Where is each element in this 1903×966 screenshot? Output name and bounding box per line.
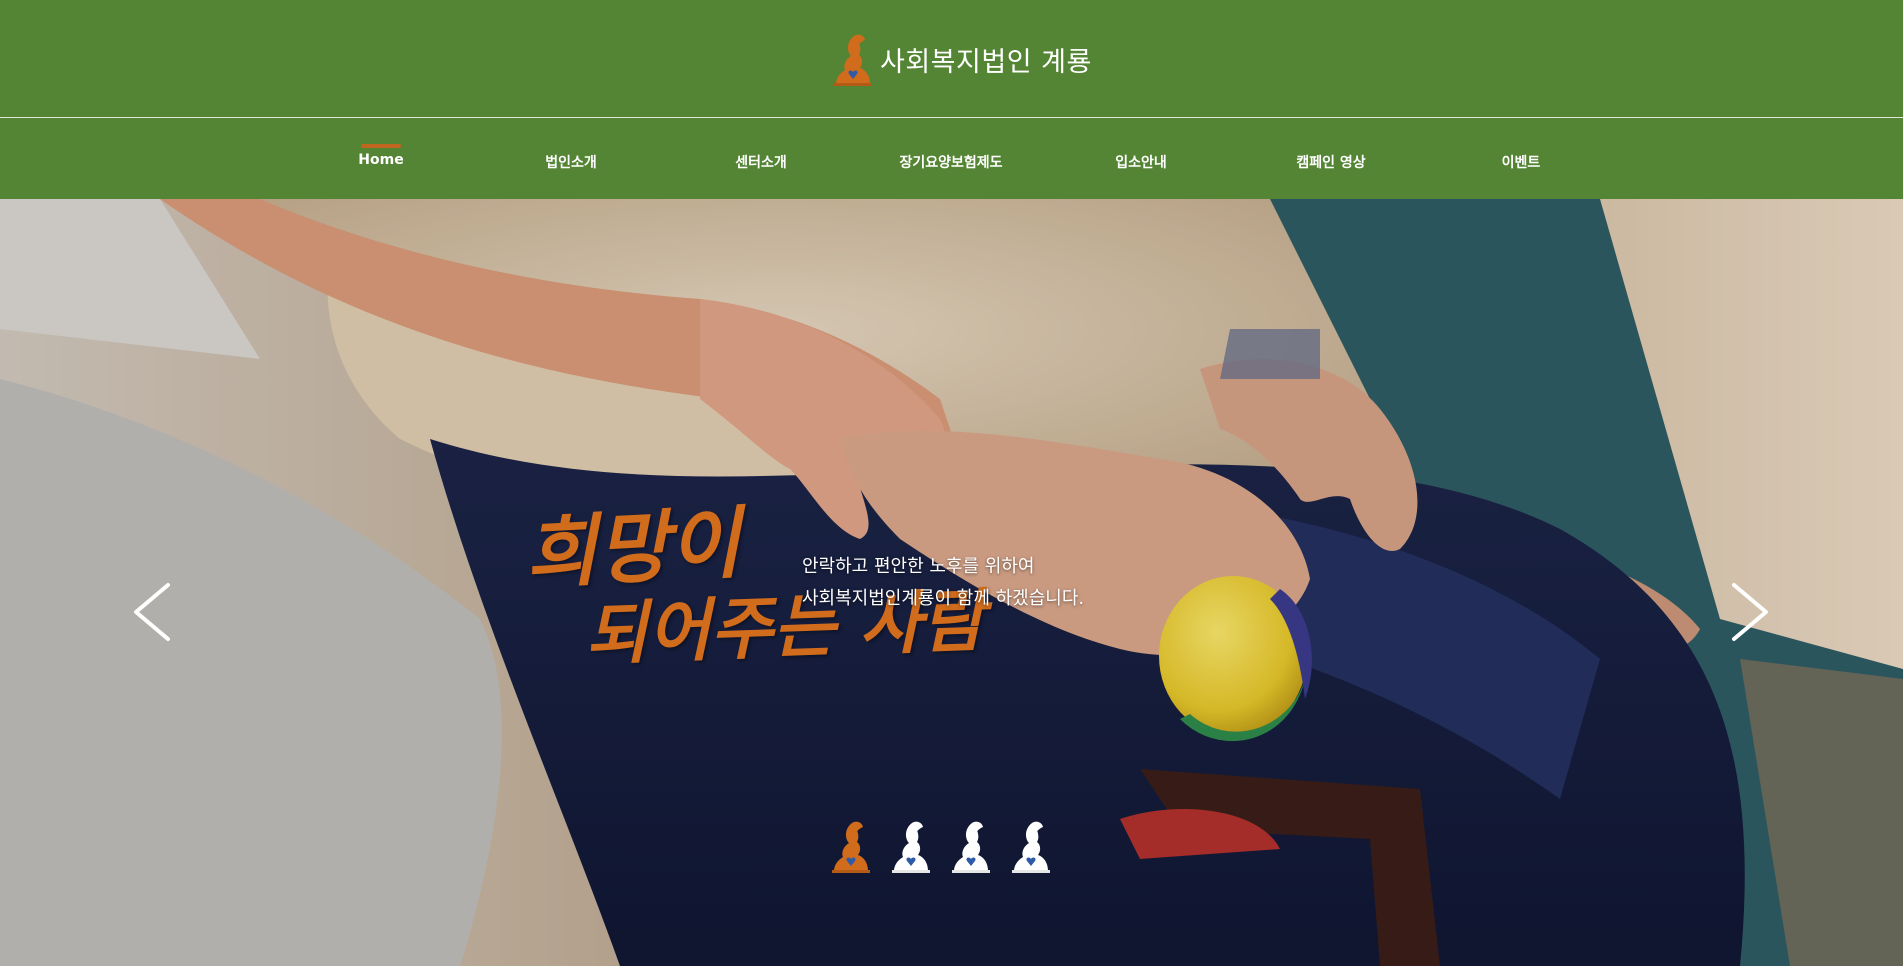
nav-item-center[interactable]: 센터소개 <box>681 142 841 172</box>
nav-item-label: 입소안내 <box>1115 155 1167 171</box>
nav-item-label: 장기요양보험제도 <box>899 155 1003 171</box>
nav-item-admission[interactable]: 입소안내 <box>1061 142 1221 172</box>
main-nav: Home 법인소개 센터소개 장기요양보험제도 입소안내 캠페인 영상 이벤트 <box>0 118 1903 199</box>
hero-slider: 희망이 되어주는 사람 안락하고 편안한 노후를 위하여 사회복지법인계룡이 함… <box>0 199 1903 966</box>
slide-indicator-4-icon[interactable] <box>1010 819 1052 873</box>
nav-item-label: Home <box>358 152 404 168</box>
nav-item-label: 법인소개 <box>545 155 597 171</box>
brand[interactable]: 사회복지법인 계룡 <box>832 32 1092 86</box>
nav-item-home[interactable]: Home <box>301 142 461 168</box>
slide-indicator-1-icon[interactable] <box>830 819 872 873</box>
nav-item-campaign-video[interactable]: 캠페인 영상 <box>1251 142 1411 172</box>
nav-item-label: 이벤트 <box>1501 155 1541 171</box>
hero-tagline-line1: 안락하고 편안한 노후를 위하여 <box>802 556 1035 577</box>
nav-item-label: 캠페인 영상 <box>1296 155 1366 171</box>
prev-slide-button[interactable] <box>128 579 176 645</box>
next-slide-button[interactable] <box>1726 579 1774 645</box>
nav-item-corporation[interactable]: 법인소개 <box>491 142 651 172</box>
chevron-right-icon <box>1732 583 1768 641</box>
nav-item-label: 센터소개 <box>735 155 787 171</box>
active-indicator <box>361 144 401 148</box>
site-header: 사회복지법인 계룡 <box>0 0 1903 118</box>
slide-indicator-2-icon[interactable] <box>890 819 932 873</box>
hero-tagline-line2: 사회복지법인계룡이 함께 하겠습니다. <box>802 588 1085 609</box>
nav-item-event[interactable]: 이벤트 <box>1441 142 1601 172</box>
chevron-left-icon <box>134 583 170 641</box>
hero-tagline: 안락하고 편안한 노후를 위하여 사회복지법인계룡이 함께 하겠습니다. <box>802 551 1084 615</box>
site-title: 사회복지법인 계룡 <box>880 46 1092 78</box>
slide-indicator-3-icon[interactable] <box>950 819 992 873</box>
nav-item-insurance[interactable]: 장기요양보험제도 <box>871 142 1031 172</box>
slide-indicators <box>830 819 1052 873</box>
rabbit-heart-logo-icon <box>834 34 872 86</box>
